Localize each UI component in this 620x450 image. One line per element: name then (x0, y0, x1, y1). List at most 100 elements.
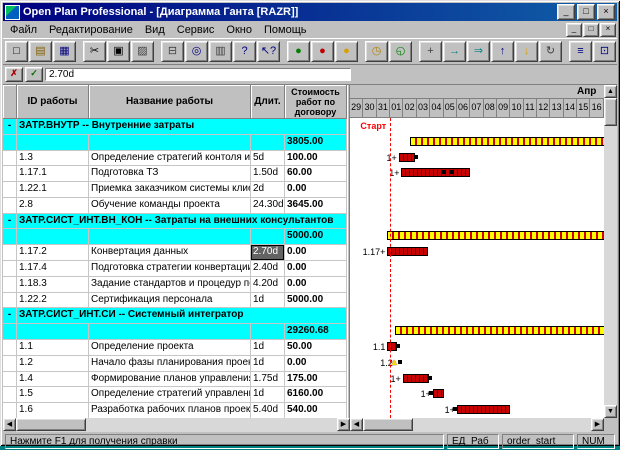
table-row[interactable]: -ЗАТР.СИСТ_ИНТ.СИ -- Системный интеграто… (3, 308, 347, 324)
new-button[interactable]: □ (5, 41, 28, 62)
table-row[interactable]: 1.22.2Сертификация персонала1d5000.00 (3, 293, 347, 309)
toolbar-separator (281, 43, 286, 61)
task-cost: 6160.00 (285, 387, 347, 402)
summary-bar[interactable] (395, 326, 604, 335)
collapse-toggle[interactable]: - (3, 214, 17, 229)
table-row[interactable]: 1.17.1Подготовка ТЗ1.50d60.00 (3, 166, 347, 182)
print-preview-button[interactable]: ◎ (185, 41, 208, 62)
move-down-button[interactable]: ↓ (515, 41, 538, 62)
table-row[interactable]: 2.8Обучение команды проекта24.30d3645.00 (3, 198, 347, 214)
save-button[interactable]: ▦ (53, 41, 76, 62)
table-hscroll-track[interactable] (16, 418, 337, 432)
task-bar[interactable] (457, 405, 510, 414)
table-hscrollbar[interactable]: ◀ ▶ (3, 418, 350, 432)
table-row[interactable]: 1.2Начало фазы планирования проекта1d0.0… (3, 356, 347, 372)
report-button[interactable]: ▥ (209, 41, 232, 62)
header-duration[interactable]: Длит. (251, 85, 285, 118)
vertical-scrollbar[interactable]: ▲ ▼ (604, 85, 617, 418)
menu-item[interactable]: Вид (139, 23, 171, 37)
mdi-restore-button[interactable]: □ (583, 23, 599, 37)
table-row[interactable]: 29260.68 (3, 324, 347, 340)
table-row[interactable]: 1.17.2Конвертация данных2.70d0.00 (3, 245, 347, 261)
summary-bar[interactable] (387, 231, 604, 240)
resource-analysis-button[interactable]: ● (311, 41, 334, 62)
unlink-activities-button[interactable]: ⇒ (467, 41, 490, 62)
scroll-up-button[interactable]: ▲ (604, 85, 617, 98)
menu-item[interactable]: Окно (220, 23, 258, 37)
gantt-hscrollbar[interactable]: ◀ ▶ (350, 418, 604, 432)
task-bar[interactable] (399, 153, 415, 162)
minimize-button[interactable]: _ (557, 4, 575, 20)
paste-button[interactable]: ▨ (131, 41, 154, 62)
clock-back-button[interactable]: ◵ (389, 41, 412, 62)
time-analysis-button[interactable]: ● (287, 41, 310, 62)
clock-forward-button[interactable]: ◷ (365, 41, 388, 62)
table-hscroll-thumb[interactable] (16, 418, 86, 431)
close-button[interactable]: × (597, 4, 615, 20)
monitor-view-button[interactable]: ⊡ (593, 41, 616, 62)
mdi-close-button[interactable]: × (600, 23, 616, 37)
add-activity-button[interactable]: + (419, 41, 442, 62)
gantt-scroll-left-button[interactable]: ◀ (350, 418, 363, 431)
menu-item[interactable]: Файл (4, 23, 43, 37)
table-row[interactable]: 3805.00 (3, 135, 347, 151)
link-activities-button[interactable]: → (443, 41, 466, 62)
task-id: 1.17.2 (17, 245, 89, 260)
table-row[interactable]: 1.22.1Приемка заказчиком системы клиент2… (3, 182, 347, 198)
context-help-button[interactable]: ↖? (257, 41, 280, 62)
task-duration: 2d (251, 182, 285, 197)
help-button[interactable]: ? (233, 41, 256, 62)
table-scroll-right-button[interactable]: ▶ (337, 418, 350, 431)
header-cost[interactable]: Стоимость работ по договору (285, 85, 347, 118)
title-bar[interactable]: Open Plan Professional - [Диаграмма Гант… (3, 3, 617, 21)
task-bar[interactable] (401, 168, 470, 177)
paste-icon: ▨ (137, 46, 147, 57)
vertical-scroll-thumb[interactable] (604, 98, 617, 126)
task-bar[interactable] (387, 247, 427, 256)
table-row[interactable]: 1.6Разработка рабочих планов проекта5.40… (3, 403, 347, 418)
table-row[interactable]: 1.4Формирование планов управления1.75d17… (3, 372, 347, 388)
scroll-down-button[interactable]: ▼ (604, 405, 617, 418)
gantt-hscroll-track[interactable] (363, 418, 591, 432)
task-bar[interactable] (433, 389, 444, 398)
refresh-button[interactable]: ↻ (539, 41, 562, 62)
table-row[interactable]: 1.5Определение стратегий управления и1d6… (3, 387, 347, 403)
header-id[interactable]: ID работы (17, 85, 89, 118)
app-window: Open Plan Professional - [Диаграмма Гант… (0, 0, 620, 446)
task-bar[interactable] (403, 374, 429, 383)
accept-edit-button[interactable]: ✓ (25, 67, 43, 82)
collapse-toggle[interactable]: - (3, 119, 17, 134)
table-row[interactable]: 1.1Определение проекта1d50.00 (3, 340, 347, 356)
vertical-scroll-track[interactable] (604, 98, 617, 405)
maximize-button[interactable]: □ (577, 4, 595, 20)
move-up-button[interactable]: ↑ (491, 41, 514, 62)
table-row[interactable]: 5000.00 (3, 229, 347, 245)
cancel-edit-button[interactable]: ✗ (5, 67, 23, 82)
table-row[interactable]: 1.17.4Подготовка стратегии конвертации2.… (3, 261, 347, 277)
view-layout-button[interactable]: ≡ (569, 41, 592, 62)
table-row[interactable]: -ЗАТР.ВНУТР -- Внутренние затраты (3, 119, 347, 135)
edit-field[interactable]: 2.70d (45, 68, 351, 81)
table-row[interactable]: 1.18.3Задание стандартов и процедур по д… (3, 277, 347, 293)
print-button[interactable]: ⊟ (161, 41, 184, 62)
copy-button[interactable]: ▣ (107, 41, 130, 62)
duration-editor[interactable]: 2.70d (251, 245, 285, 260)
risk-analysis-button[interactable]: ● (335, 41, 358, 62)
table-scroll-left-button[interactable]: ◀ (3, 418, 16, 431)
gantt-scroll-right-button[interactable]: ▶ (591, 418, 604, 431)
menu-item[interactable]: Редактирование (43, 23, 139, 37)
task-bar[interactable] (387, 342, 396, 351)
gantt-hscroll-thumb[interactable] (363, 418, 413, 431)
table-row[interactable]: -ЗАТР.СИСТ_ИНТ.ВН_КОН -- Затраты на внеш… (3, 214, 347, 230)
open-button[interactable]: ▤ (29, 41, 52, 62)
menu-item[interactable]: Помощь (258, 23, 313, 37)
menu-item[interactable]: Сервис (171, 23, 221, 37)
task-cost: 0.00 (285, 277, 347, 292)
mdi-minimize-button[interactable]: _ (566, 23, 582, 37)
summary-bar[interactable] (410, 137, 604, 146)
header-name[interactable]: Название работы (89, 85, 251, 118)
collapse-toggle[interactable]: - (3, 308, 17, 323)
app-icon[interactable] (5, 5, 20, 20)
table-row[interactable]: 1.3Определение стратегий контоля и отч5d… (3, 151, 347, 167)
cut-button[interactable]: ✂ (83, 41, 106, 62)
